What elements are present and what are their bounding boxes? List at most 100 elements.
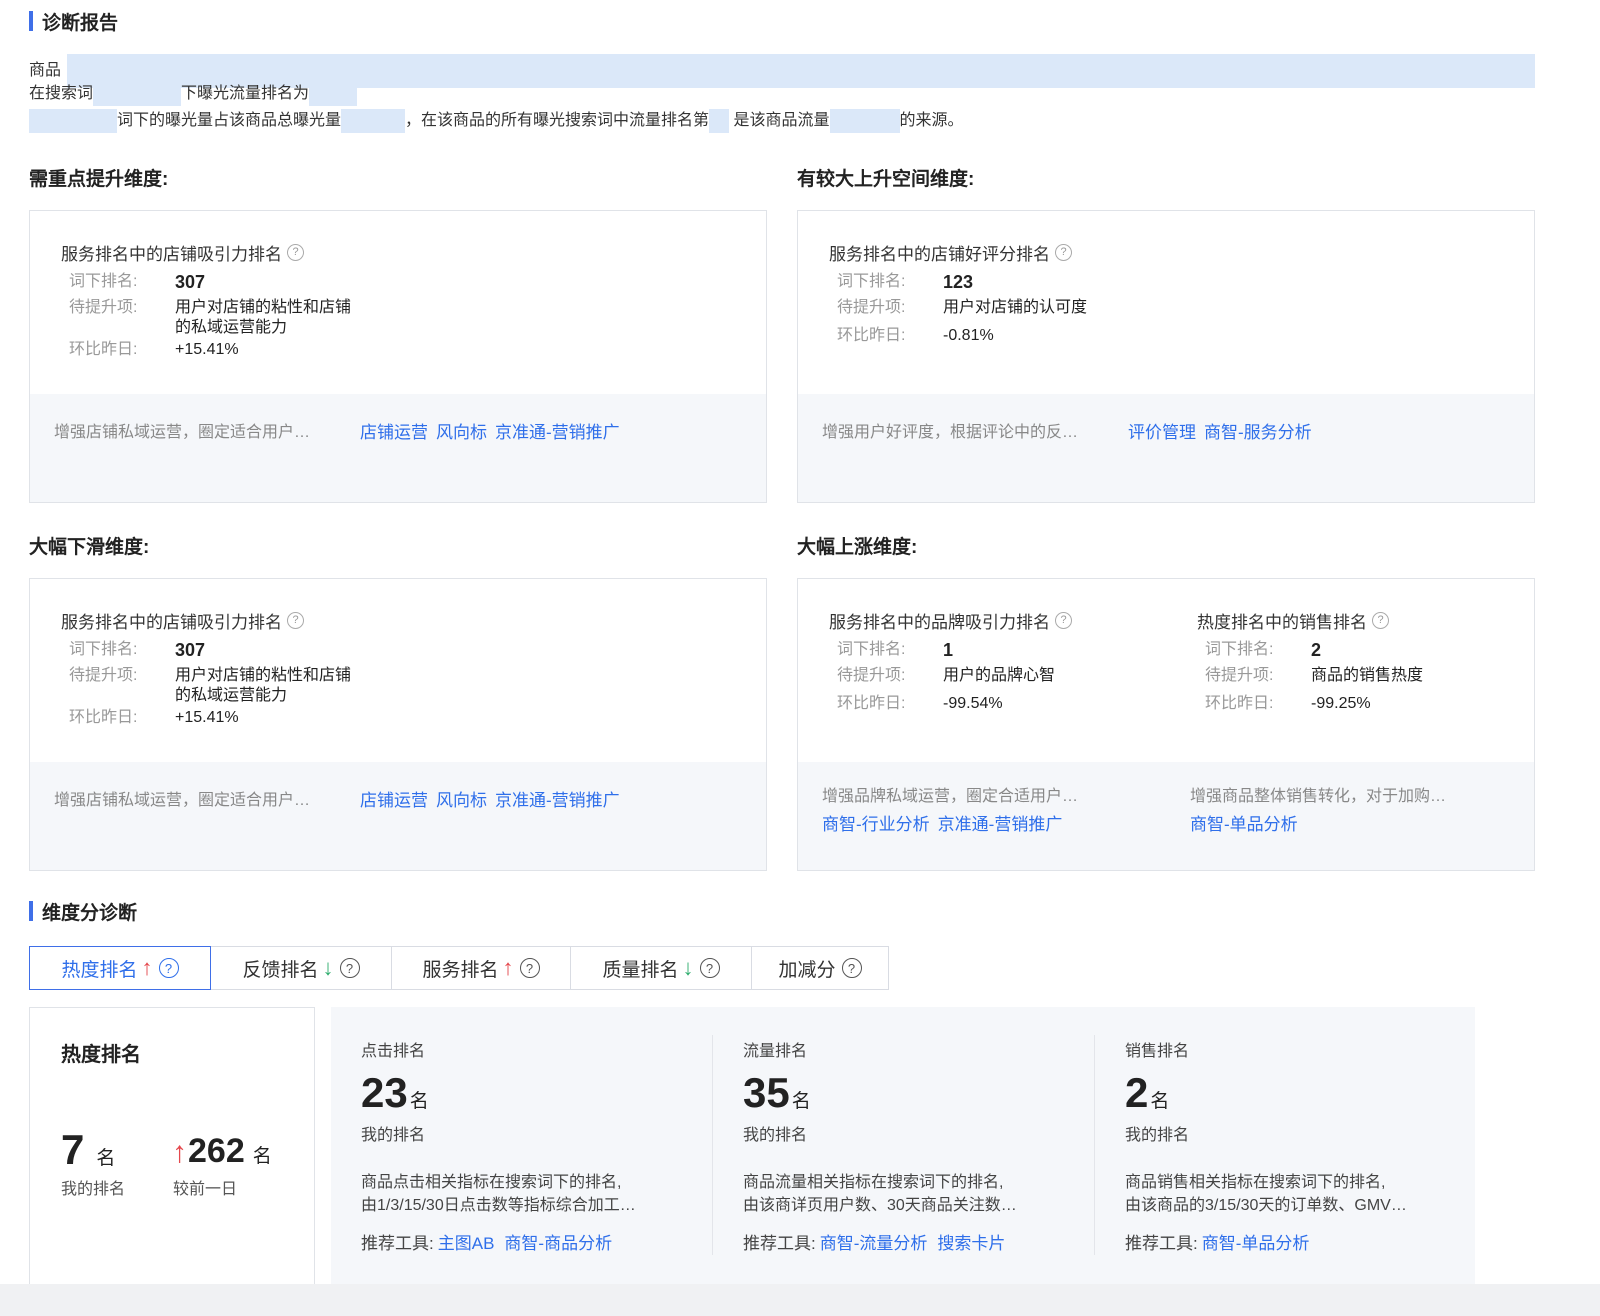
rank-row: 词下排名: 307	[61, 640, 385, 660]
tool-link[interactable]: 京准通-营销推广	[938, 815, 1063, 834]
tool-link[interactable]: 主图AB	[438, 1234, 495, 1253]
help-icon[interactable]: ?	[519, 958, 540, 978]
sub-rank-number: 23	[361, 1069, 408, 1116]
description-line: 商品点击相关指标在搜索词下的排名,	[361, 1174, 622, 1191]
heat-rank-summary-card: 热度排名 7名 我的排名 ↑ 262 名 较前一日	[29, 1007, 315, 1284]
title-accent-bar	[29, 11, 33, 31]
recommended-tools: 推荐工具: 商智-单品分析	[1125, 1229, 1315, 1254]
rank-value: 2	[1311, 640, 1322, 660]
sales-rank-block: 销售排名 2名 我的排名 商品销售相关指标在搜索词下的排名, 由该商品的3/15/…	[1125, 1007, 1465, 1284]
change-row: 环比昨日: +15.41%	[61, 708, 385, 728]
description-line: 商品销售相关指标在搜索词下的排名,	[1125, 1174, 1386, 1191]
tool-link[interactable]: 风向标	[436, 423, 487, 442]
tool-link[interactable]: 店铺运营	[360, 423, 428, 442]
help-icon[interactable]: ?	[699, 958, 720, 978]
change-value: -99.54%	[943, 695, 1003, 712]
improve-value: 商品的销售热度	[1311, 667, 1424, 684]
click-rank-block: 点击排名 23 名 我的排名 商品点击相关指标在搜索词下的排名, 由1/3/15/3…	[361, 1007, 701, 1284]
improve-line: 用户对店铺的粘性和店铺	[175, 299, 352, 316]
tab-quality-rank[interactable]: 质量排名 ↓?	[570, 946, 752, 990]
tool-link[interactable]: 风向标	[436, 791, 487, 810]
tool-link[interactable]: 商智-服务分析	[1204, 423, 1312, 442]
tool-link[interactable]: 搜索卡片	[937, 1234, 1005, 1253]
help-icon[interactable]: ?	[841, 958, 862, 978]
diagnosis-report-title: 诊断报告	[29, 9, 118, 34]
suggestion-text: 增强品牌私域运营，圈定合适用户…	[822, 788, 1079, 805]
change-label: 环比昨日:	[69, 709, 138, 726]
change-label: 环比昨日:	[837, 327, 906, 344]
help-icon[interactable]: ?	[1372, 611, 1389, 629]
rise-dimension-label: 大幅上涨维度:	[797, 537, 918, 558]
card-footer: 增强用户好评度，根据评论中的反… 评价管理 商智-服务分析	[798, 394, 1534, 502]
tool-link[interactable]: 商智-流量分析	[820, 1234, 928, 1253]
sub-rank-value: 23 名	[361, 1069, 429, 1117]
metric-block: 服务排名中的店铺吸引力排名? 词下排名: 307 待提升项: 用户对店铺的粘性和店铺…	[61, 608, 385, 728]
suggestion-text: 增强店铺私域运营，圈定适合用户…	[54, 424, 311, 441]
tool-link[interactable]: 商智-商品分析	[504, 1234, 612, 1253]
focus-dimension-label: 需重点提升维度:	[29, 169, 169, 190]
rank-row: 词下排名: 307	[61, 272, 385, 292]
help-icon[interactable]: ?	[1055, 611, 1072, 629]
my-rank-number: 7	[61, 1126, 85, 1173]
metric-title: 服务排名中的店铺吸引力排名?	[61, 240, 385, 264]
rank-unit: 名	[96, 1148, 116, 1169]
improve-value: 用户对店铺的粘性和店铺 的私域运营能力	[175, 666, 385, 706]
improve-line: 的私域运营能力	[175, 319, 288, 336]
rank-change-value: ↑ 262 名	[172, 1132, 272, 1171]
rank-change-number: 262	[188, 1132, 245, 1170]
description-line: 商品流量相关指标在搜索词下的排名,	[743, 1174, 1004, 1191]
sub-rank-number: 2	[1125, 1069, 1149, 1116]
change-value: -99.25%	[1311, 695, 1371, 712]
sub-rank-title: 销售排名	[1125, 1043, 1190, 1060]
redacted-source	[829, 108, 900, 133]
metric-title: 热度排名中的销售排名?	[1197, 608, 1521, 632]
metric-title-text: 服务排名中的店铺好评分排名	[829, 244, 1050, 264]
description-line: 由1/3/15/30日点击数等指标综合加工…	[361, 1197, 636, 1214]
tool-links: 店铺运营 风向标 京准通-营销推广	[360, 786, 628, 811]
rank-label: 词下排名:	[69, 273, 138, 290]
dimension-tabs: 热度排名 ↑? 反馈排名 ↓? 服务排名 ↑? 质量排名 ↓? 加减分?	[29, 946, 889, 990]
metric-block: 服务排名中的品牌吸引力排名? 词下排名: 1 待提升项: 用户的品牌心智 环比昨日:…	[829, 608, 1153, 714]
tab-bonus-points[interactable]: 加减分?	[751, 946, 889, 990]
tab-label: 热度排名	[61, 959, 138, 981]
tool-links: 店铺运营 风向标 京准通-营销推广	[360, 418, 628, 443]
redacted-share	[341, 108, 406, 133]
improve-label: 待提升项:	[69, 667, 138, 684]
tool-link[interactable]: 评价管理	[1128, 423, 1196, 442]
improve-line: 用户对店铺的粘性和店铺	[175, 667, 352, 684]
arrow-up-icon: ↑	[141, 955, 153, 980]
tab-service-rank[interactable]: 服务排名 ↑?	[391, 946, 571, 990]
sub-rankings-panel: 点击排名 23 名 我的排名 商品点击相关指标在搜索词下的排名, 由1/3/15/3…	[331, 1007, 1475, 1284]
tab-feedback-rank[interactable]: 反馈排名 ↓?	[210, 946, 392, 990]
help-icon[interactable]: ?	[158, 958, 179, 978]
sub-rank-value: 2名	[1125, 1069, 1169, 1117]
help-icon[interactable]: ?	[339, 958, 360, 978]
help-icon[interactable]: ?	[1055, 243, 1072, 261]
tool-link[interactable]: 商智-单品分析	[1190, 815, 1298, 834]
suggestion-text: 增强店铺私域运营，圈定适合用户…	[54, 792, 311, 809]
redacted-keyword	[29, 108, 117, 133]
intro-text: ，在该商品的所有曝光搜索词中流量排名第	[405, 112, 710, 129]
tool-link[interactable]: 商智-行业分析	[822, 815, 930, 834]
help-icon[interactable]: ?	[287, 611, 304, 629]
improve-value: 用户对店铺的认可度	[943, 299, 1088, 316]
intro-text: 是该商品流量	[733, 112, 830, 129]
sub-rank-caption: 我的排名	[1125, 1127, 1190, 1144]
change-value: -0.81%	[943, 327, 994, 344]
rank-change-caption: 较前一日	[173, 1181, 238, 1198]
description-line: 由该商品的3/15/30天的订单数、GMV…	[1125, 1197, 1407, 1214]
tool-link[interactable]: 商智-单品分析	[1202, 1234, 1310, 1253]
intro-text: 的来源。	[899, 112, 964, 129]
sub-rank-number: 35	[743, 1069, 790, 1116]
help-icon[interactable]: ?	[287, 243, 304, 261]
tool-link[interactable]: 店铺运营	[360, 791, 428, 810]
sub-rank-caption: 我的排名	[361, 1127, 426, 1144]
dimension-diagnosis-title-text: 维度分诊断	[42, 902, 138, 924]
redacted-rank	[309, 81, 358, 106]
rank-label: 词下排名:	[837, 641, 906, 658]
improve-row: 待提升项: 用户对店铺的粘性和店铺 的私域运营能力	[61, 298, 385, 338]
tool-link[interactable]: 京准通-营销推广	[495, 791, 620, 810]
tool-link[interactable]: 京准通-营销推广	[495, 423, 620, 442]
tab-heat-rank[interactable]: 热度排名 ↑?	[29, 946, 211, 990]
improve-value: 用户对店铺的粘性和店铺 的私域运营能力	[175, 298, 385, 338]
